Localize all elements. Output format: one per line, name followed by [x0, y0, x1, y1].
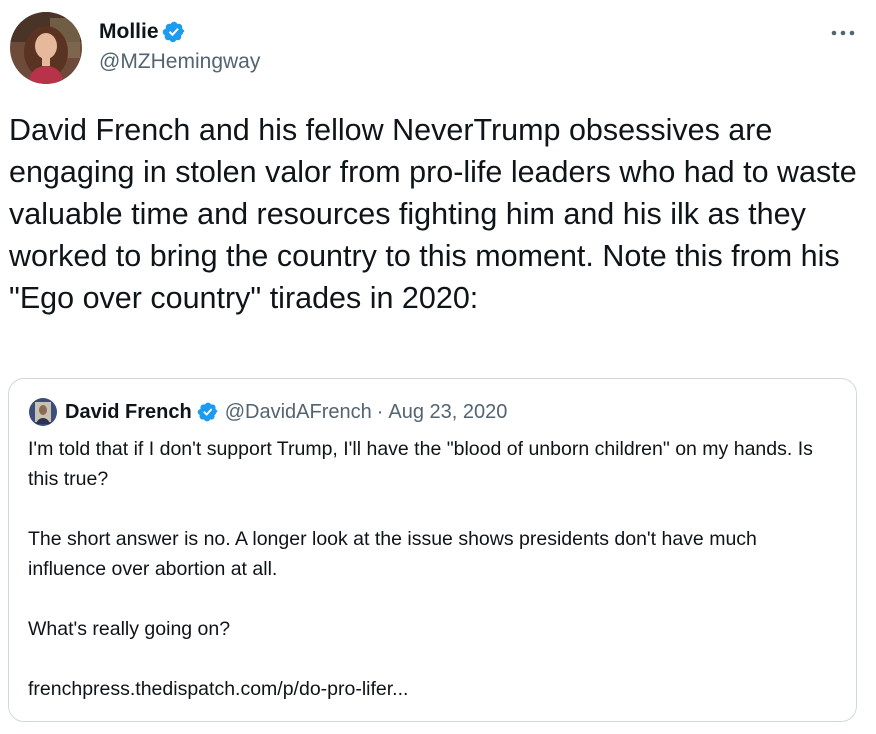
quoted-paragraph: What's really going on? [28, 618, 231, 640]
author-name[interactable]: Mollie [99, 17, 159, 47]
author-info: Mollie @MZHemingway [99, 17, 260, 77]
verified-badge-icon [162, 20, 186, 44]
quoted-tweet-card[interactable]: David French @DavidAFrench · Aug 23, 202… [8, 378, 857, 722]
quoted-tweet-text: I'm told that if I don't support Trump, … [28, 434, 838, 704]
tweet-text: David French and his fellow NeverTrump o… [9, 113, 866, 315]
author-handle[interactable]: @MZHemingway [99, 47, 260, 77]
quoted-paragraph: I'm told that if I don't support Trump, … [28, 438, 813, 490]
more-options-button[interactable] [826, 18, 860, 48]
quoted-tweet-date: Aug 23, 2020 [388, 400, 508, 423]
quoted-author-handle: @DavidAFrench [224, 400, 372, 423]
tweet: Mollie @MZHemingway David French and his… [0, 0, 876, 734]
quoted-tweet-header: David French @DavidAFrench · Aug 23, 202… [29, 397, 507, 427]
quoted-author-avatar [29, 398, 57, 426]
quoted-author-name: David French [65, 400, 192, 423]
separator-dot: · [376, 400, 384, 423]
quoted-link[interactable]: frenchpress.thedispatch.com/p/do-pro-lif… [28, 674, 838, 704]
quoted-paragraph: The short answer is no. A longer look at… [28, 528, 757, 580]
more-options-icon [831, 30, 855, 36]
author-avatar[interactable] [10, 12, 82, 84]
verified-badge-icon [197, 401, 219, 423]
